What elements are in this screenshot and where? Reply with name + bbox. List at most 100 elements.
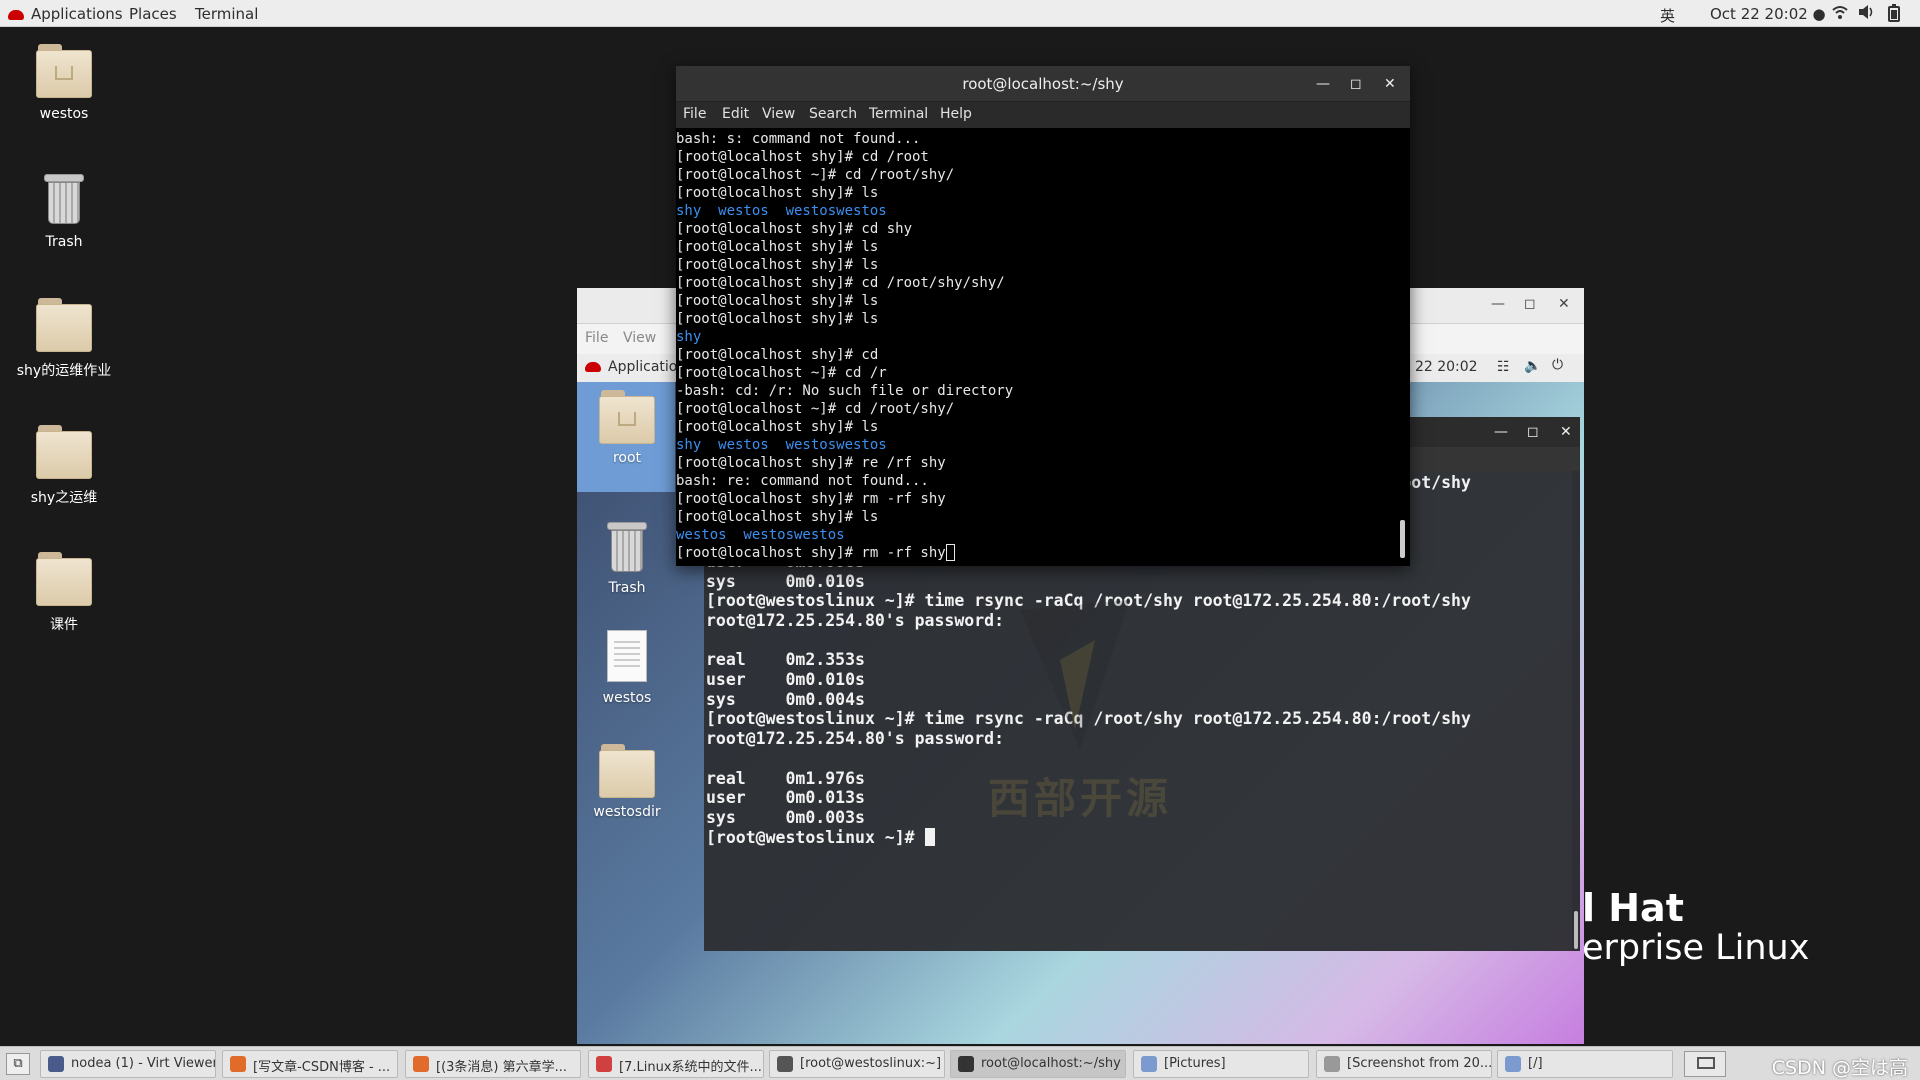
desktop-icon-folder-1[interactable]: shy的运维作业 [4, 298, 124, 380]
terminal-line: [root@localhost shy]# ls [676, 239, 879, 255]
terminal-line: shy westos westoswestos [676, 437, 887, 453]
taskbar-item-label: [Pictures] [1164, 1056, 1226, 1071]
inner-terminal-line: [root@westoslinux ~]# time rsync -raCq /… [706, 709, 1471, 729]
terminal-line: [root@localhost ~]# cd /root/shy/ [676, 401, 955, 417]
home-folder-icon [36, 44, 92, 98]
scrollbar[interactable] [1396, 128, 1410, 566]
redhat-brand-line2: erprise Linux [1582, 928, 1810, 968]
terminal-line: [root@localhost shy]# ls [676, 419, 879, 435]
localhost-terminal-window[interactable]: root@localhost:~/shy — ◻ ✕ File Edit Vie… [676, 66, 1410, 566]
top-bar: Applications Places Terminal 英 Oct 22 20… [0, 0, 1920, 27]
inner-terminal-prompt-line[interactable]: [root@westoslinux ~]# [706, 827, 1574, 848]
desktop-icon-trash[interactable]: Trash [4, 172, 124, 250]
scrollbar[interactable] [1572, 471, 1580, 951]
folder-icon [599, 744, 655, 798]
vm-desktop-icon-root[interactable]: root [577, 390, 677, 466]
vm-desktop-icon-trash[interactable]: Trash [577, 520, 677, 596]
menu-help[interactable]: Help [940, 106, 972, 122]
power-icon[interactable]: ⏻ [1552, 357, 1563, 373]
inner-terminal-line: sys 0m0.010s [706, 571, 865, 591]
taskbar-item[interactable]: [Screenshot from 20... [1316, 1050, 1492, 1078]
menu-edit[interactable]: Edit [722, 106, 749, 122]
places-menu[interactable]: Places [129, 5, 177, 23]
terminal-line: [root@localhost shy]# cd [676, 347, 879, 363]
clock[interactable]: Oct 22 20:02 ● [1710, 5, 1826, 23]
app-icon [958, 1056, 974, 1072]
menu-file[interactable]: File [585, 330, 608, 346]
battery-icon[interactable] [1888, 4, 1900, 26]
vm-applications-menu[interactable]: Applicatio [585, 359, 677, 375]
volume-icon[interactable] [1858, 4, 1876, 24]
taskbar-item[interactable]: [(3条消息) 第六章学... [405, 1050, 581, 1078]
terminal-line: shy [676, 329, 702, 345]
taskbar-item[interactable]: [/] [1497, 1050, 1673, 1078]
terminal-line: [root@localhost shy]# re /rf shy [676, 455, 946, 471]
trash-icon [607, 520, 647, 574]
terminal-line: bash: s: command not found... [676, 131, 921, 147]
app-icon [777, 1056, 793, 1072]
inner-terminal-line [706, 631, 1574, 651]
show-desktop-button[interactable]: ⧉ [6, 1053, 30, 1075]
taskbar-item[interactable]: [Pictures] [1133, 1050, 1309, 1078]
inner-terminal-prompt: [root@westoslinux ~]# [706, 827, 925, 847]
csdn-watermark: CSDN @空は高 [1771, 1057, 1908, 1079]
volume-icon[interactable]: 🔈 [1524, 358, 1541, 374]
wifi-icon[interactable] [1832, 4, 1848, 24]
terminal-line: [root@localhost shy]# ls [676, 311, 879, 327]
vm-desktop-icon-label: root [612, 450, 642, 466]
terminal-output[interactable]: bash: s: command not found... [root@local… [676, 128, 1396, 566]
app-icon [1141, 1056, 1157, 1072]
taskbar-item[interactable]: [root@westoslinux:~] [769, 1050, 945, 1078]
minimize-button[interactable]: — [1494, 425, 1508, 439]
taskbar-item[interactable]: [写文章-CSDN博客 - ... [222, 1050, 398, 1078]
vm-desktop-icon-westosdir[interactable]: westosdir [577, 744, 677, 820]
menu-search[interactable]: Search [809, 106, 857, 122]
menu-view[interactable]: View [762, 106, 795, 122]
vm-clock[interactable]: t 22 20:02 [1405, 359, 1478, 375]
terminal-current-line[interactable]: [root@localhost shy]# rm -rf shy [676, 544, 1396, 562]
applications-menu[interactable]: Applications [8, 5, 123, 23]
terminal-titlebar[interactable]: root@localhost:~/shy — ◻ ✕ [676, 66, 1410, 102]
scrollbar-thumb[interactable] [1574, 911, 1578, 949]
menu-terminal[interactable]: Terminal [869, 106, 928, 122]
desktop-icon-westos[interactable]: westos [4, 44, 124, 122]
folder-icon [36, 552, 92, 606]
app-icon [1324, 1056, 1340, 1072]
app-icon [413, 1056, 429, 1072]
maximize-button[interactable]: ◻ [1527, 425, 1539, 439]
terminal-line: [root@localhost ~]# cd /r [676, 365, 887, 381]
maximize-button[interactable]: ◻ [1524, 296, 1536, 312]
desktop-icon-folder-3[interactable]: 课件 [4, 552, 124, 634]
taskbar: ⧉ nodea (1) - Virt Viewer [写文章-CSDN博客 - .… [0, 1046, 1920, 1080]
menu-file[interactable]: File [683, 106, 706, 122]
taskbar-item-label: [/] [1528, 1056, 1543, 1071]
desktop-icon-folder-2[interactable]: shy之运维 [4, 425, 124, 507]
close-button[interactable]: ✕ [1384, 77, 1396, 91]
maximize-button[interactable]: ◻ [1350, 77, 1362, 91]
input-method-indicator[interactable]: 英 [1660, 5, 1675, 26]
app-icon [596, 1056, 612, 1072]
redhat-brand-line1: l Hat [1582, 886, 1684, 930]
close-button[interactable]: ✕ [1558, 296, 1570, 312]
taskbar-item[interactable]: nodea (1) - Virt Viewer [40, 1050, 216, 1078]
terminal-cursor [945, 544, 955, 561]
inner-terminal-cursor [924, 827, 935, 846]
app-icon [1505, 1056, 1521, 1072]
redhat-icon [8, 10, 24, 20]
terminal-line: [root@localhost shy]# ls [676, 185, 879, 201]
scrollbar-thumb[interactable] [1400, 520, 1405, 558]
taskbar-item[interactable]: root@localhost:~/shy [950, 1050, 1126, 1078]
taskbar-item-label: root@localhost:~/shy [981, 1056, 1121, 1071]
close-button[interactable]: ✕ [1560, 425, 1572, 439]
vm-desktop-icon-label: Trash [608, 580, 646, 596]
vm-desktop-icon-westos[interactable]: westos [577, 630, 677, 706]
desktop-icon-label: westos [39, 106, 89, 122]
menu-view[interactable]: View [623, 330, 656, 346]
terminal-menu[interactable]: Terminal [195, 5, 258, 23]
workspace-switcher[interactable] [1684, 1051, 1726, 1077]
network-icon[interactable]: ☷ [1497, 359, 1510, 375]
minimize-button[interactable]: — [1316, 77, 1330, 91]
trash-icon [44, 172, 84, 226]
taskbar-item[interactable]: [7.Linux系统中的文件... [588, 1050, 764, 1078]
minimize-button[interactable]: — [1491, 296, 1505, 312]
